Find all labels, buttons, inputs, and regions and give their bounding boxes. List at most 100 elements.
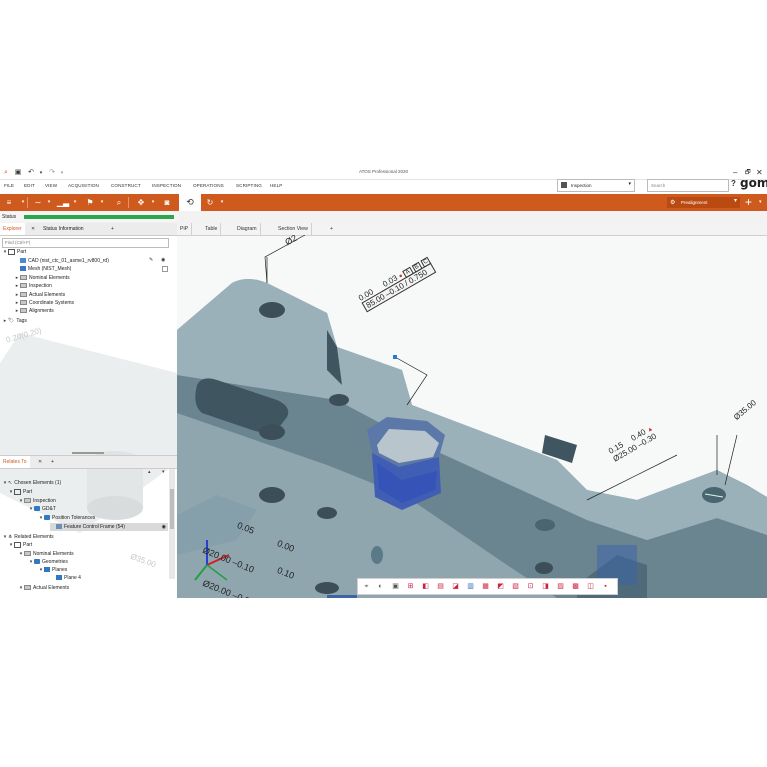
- zoom-icon[interactable]: ⌕: [112, 197, 126, 208]
- tab-table[interactable]: Table: [202, 223, 222, 235]
- menu-help[interactable]: HELP: [270, 183, 282, 188]
- view-tool-icon-9[interactable]: ▦: [480, 581, 491, 592]
- cad-icon: [20, 258, 26, 264]
- add-tab-button[interactable]: +: [108, 223, 117, 235]
- help-icon[interactable]: ?: [731, 179, 736, 188]
- eye-icon[interactable]: ◉: [162, 523, 166, 531]
- tab-pip[interactable]: PiP: [177, 223, 193, 235]
- relates-nominal-elements[interactable]: ▾ Nominal Elements: [18, 550, 74, 558]
- view-tool-icon-2[interactable]: ◐: [375, 581, 386, 592]
- collapse-icon[interactable]: ▴: [148, 469, 151, 475]
- add-icon[interactable]: +: [745, 195, 752, 209]
- move-dropdown-icon[interactable]: ▾: [146, 197, 160, 208]
- 3d-viewport[interactable]: PiP Table Diagram Section View + Ø2 0.00…: [177, 223, 767, 598]
- relates-feature-control-frame[interactable]: Feature Control Frame (54) ◉: [50, 523, 168, 531]
- relates-geometries[interactable]: ▾ Geometries: [28, 558, 68, 566]
- view-tool-icon-12[interactable]: ⊡: [525, 581, 536, 592]
- tree-item-mesh[interactable]: Mesh (NIST_Mesh): [14, 265, 71, 273]
- folder-icon: [20, 283, 27, 289]
- menu-scripting[interactable]: SCRIPTING: [236, 183, 262, 188]
- tab-status-information[interactable]: Status Information: [40, 223, 87, 235]
- search-input[interactable]: Search: [647, 179, 729, 192]
- add-tab-button[interactable]: +: [48, 456, 57, 468]
- tree-item-tags[interactable]: ▸ 🏷 Tags: [2, 317, 27, 325]
- status-row: Status: [0, 212, 177, 222]
- relates-part[interactable]: ▾ Part: [8, 488, 32, 496]
- rotate-dropdown-icon[interactable]: ▾: [215, 197, 229, 208]
- tree-item-cad[interactable]: CAD (nist_ctc_01_asme1_rv800_rd): [14, 257, 109, 265]
- left-panel: Explorer ✕ Status Information + Find (Ct…: [0, 223, 178, 598]
- add-view-tab[interactable]: +: [327, 223, 336, 235]
- chevron-down-icon: ▾: [733, 198, 737, 204]
- view-tool-icon-1[interactable]: ⌖: [361, 581, 372, 592]
- view-tool-icon-10[interactable]: ◩: [495, 581, 506, 592]
- view-tool-icon-6[interactable]: ▤: [435, 581, 446, 592]
- eye-icon[interactable]: ◉: [161, 257, 165, 263]
- relates-planes[interactable]: ▾ Planes: [38, 566, 68, 574]
- view-tool-icon-4[interactable]: ⊞: [405, 581, 416, 592]
- menu-file[interactable]: FILE: [4, 183, 14, 188]
- view-tool-icon-17[interactable]: ▪: [600, 581, 611, 592]
- refresh-icon: ⟲: [186, 197, 194, 207]
- tree-item-coordinate-systems[interactable]: ▸ Coordinate Systems: [14, 299, 74, 307]
- tree-item-nominal-elements[interactable]: ▸ Nominal Elements: [14, 274, 70, 282]
- close-tab-icon[interactable]: ✕: [31, 223, 35, 235]
- panel-splitter[interactable]: [72, 452, 104, 454]
- chart-dropdown-icon[interactable]: ▾: [68, 197, 82, 208]
- relates-part-2[interactable]: ▾ Part: [8, 541, 32, 549]
- menu-operations[interactable]: OPERATIONS: [193, 183, 224, 188]
- menu-edit[interactable]: EDIT: [24, 183, 35, 188]
- tab-relates-to[interactable]: Relates To: [0, 456, 30, 468]
- edit-icon[interactable]: ✎: [149, 257, 153, 263]
- geometries-icon: [34, 559, 40, 565]
- window-title: ATOS Professional 2020: [358, 169, 409, 174]
- relates-actual-elements[interactable]: ▾ Actual Elements: [18, 584, 69, 592]
- view-tool-icon-14[interactable]: ▨: [555, 581, 566, 592]
- view-tool-icon-8[interactable]: ▥: [465, 581, 476, 592]
- camera-icon[interactable]: ◙: [160, 197, 174, 208]
- relates-inspection[interactable]: ▾ Inspection: [18, 497, 56, 505]
- folder-icon: [24, 498, 31, 504]
- refresh-button[interactable]: ⟲: [179, 194, 201, 211]
- menu-view[interactable]: VIEW: [45, 183, 57, 188]
- relates-position-tolerances[interactable]: ▾ Position Tolerances: [38, 514, 96, 522]
- status-label: Status: [2, 214, 17, 220]
- alignment-select[interactable]: ⚙ Prealignment ▾: [667, 197, 740, 208]
- feature-control-frame-icon: [56, 524, 62, 530]
- view-tool-icon-3[interactable]: ▣: [390, 581, 401, 592]
- view-tool-icon-7[interactable]: ◪: [450, 581, 461, 592]
- gdt-icon: [34, 506, 40, 512]
- relates-gdt[interactable]: ▾ GD&T: [28, 505, 56, 513]
- hamburger-menu-icon[interactable]: ≡: [2, 197, 16, 208]
- find-input[interactable]: Find (Ctrl+F): [2, 238, 169, 248]
- tab-diagram[interactable]: Diagram: [234, 223, 261, 235]
- viewport-tool-strip: ⌖ ◐ ▣ ⊞ ◧ ▤ ◪ ▥ ▦ ◩ ▧ ⊡ ◨ ▨ ▩ ◫ ▪: [357, 578, 618, 595]
- folder-icon: [20, 275, 27, 281]
- tab-explorer[interactable]: Explorer: [0, 223, 25, 235]
- relates-scrollbar[interactable]: [169, 469, 175, 579]
- menu-inspection[interactable]: INSPECTION: [152, 183, 181, 188]
- tree-item-part[interactable]: ▾ Part: [2, 248, 26, 256]
- relates-related-elements[interactable]: ▾ ⋔ Related Elements: [2, 533, 54, 541]
- menu-acquisition[interactable]: ACQUISITION: [68, 183, 99, 188]
- close-tab-icon[interactable]: ✕: [38, 456, 42, 468]
- workspace-select[interactable]: Inspection ▾: [557, 179, 635, 192]
- tree-item-alignments[interactable]: ▸ Alignments: [14, 307, 54, 315]
- relates-chosen-elements[interactable]: ▾ ↖ Chosen Elements (1): [2, 479, 61, 487]
- view-tool-icon-15[interactable]: ▩: [570, 581, 581, 592]
- view-tool-icon-16[interactable]: ◫: [585, 581, 596, 592]
- view-tool-icon-13[interactable]: ◨: [540, 581, 551, 592]
- add-dropdown-icon[interactable]: ▾: [759, 199, 762, 205]
- minimize-button[interactable]: –: [733, 168, 737, 178]
- view-tool-icon-5[interactable]: ◧: [420, 581, 431, 592]
- relates-plane-4[interactable]: Plane 4: [50, 574, 81, 582]
- expand-icon[interactable]: ▾: [162, 469, 165, 475]
- tree-item-actual-elements[interactable]: ▸ Actual Elements: [14, 291, 65, 299]
- find-placeholder: Find (Ctrl+F): [5, 240, 31, 245]
- menu-construct[interactable]: CONSTRUCT: [111, 183, 141, 188]
- curve-dropdown-icon[interactable]: ▾: [42, 197, 56, 208]
- flag-dropdown-icon[interactable]: ▾: [95, 197, 109, 208]
- view-tool-icon-11[interactable]: ▧: [510, 581, 521, 592]
- tree-item-inspection[interactable]: ▸ Inspection: [14, 282, 52, 290]
- visibility-checkbox[interactable]: [162, 266, 168, 274]
